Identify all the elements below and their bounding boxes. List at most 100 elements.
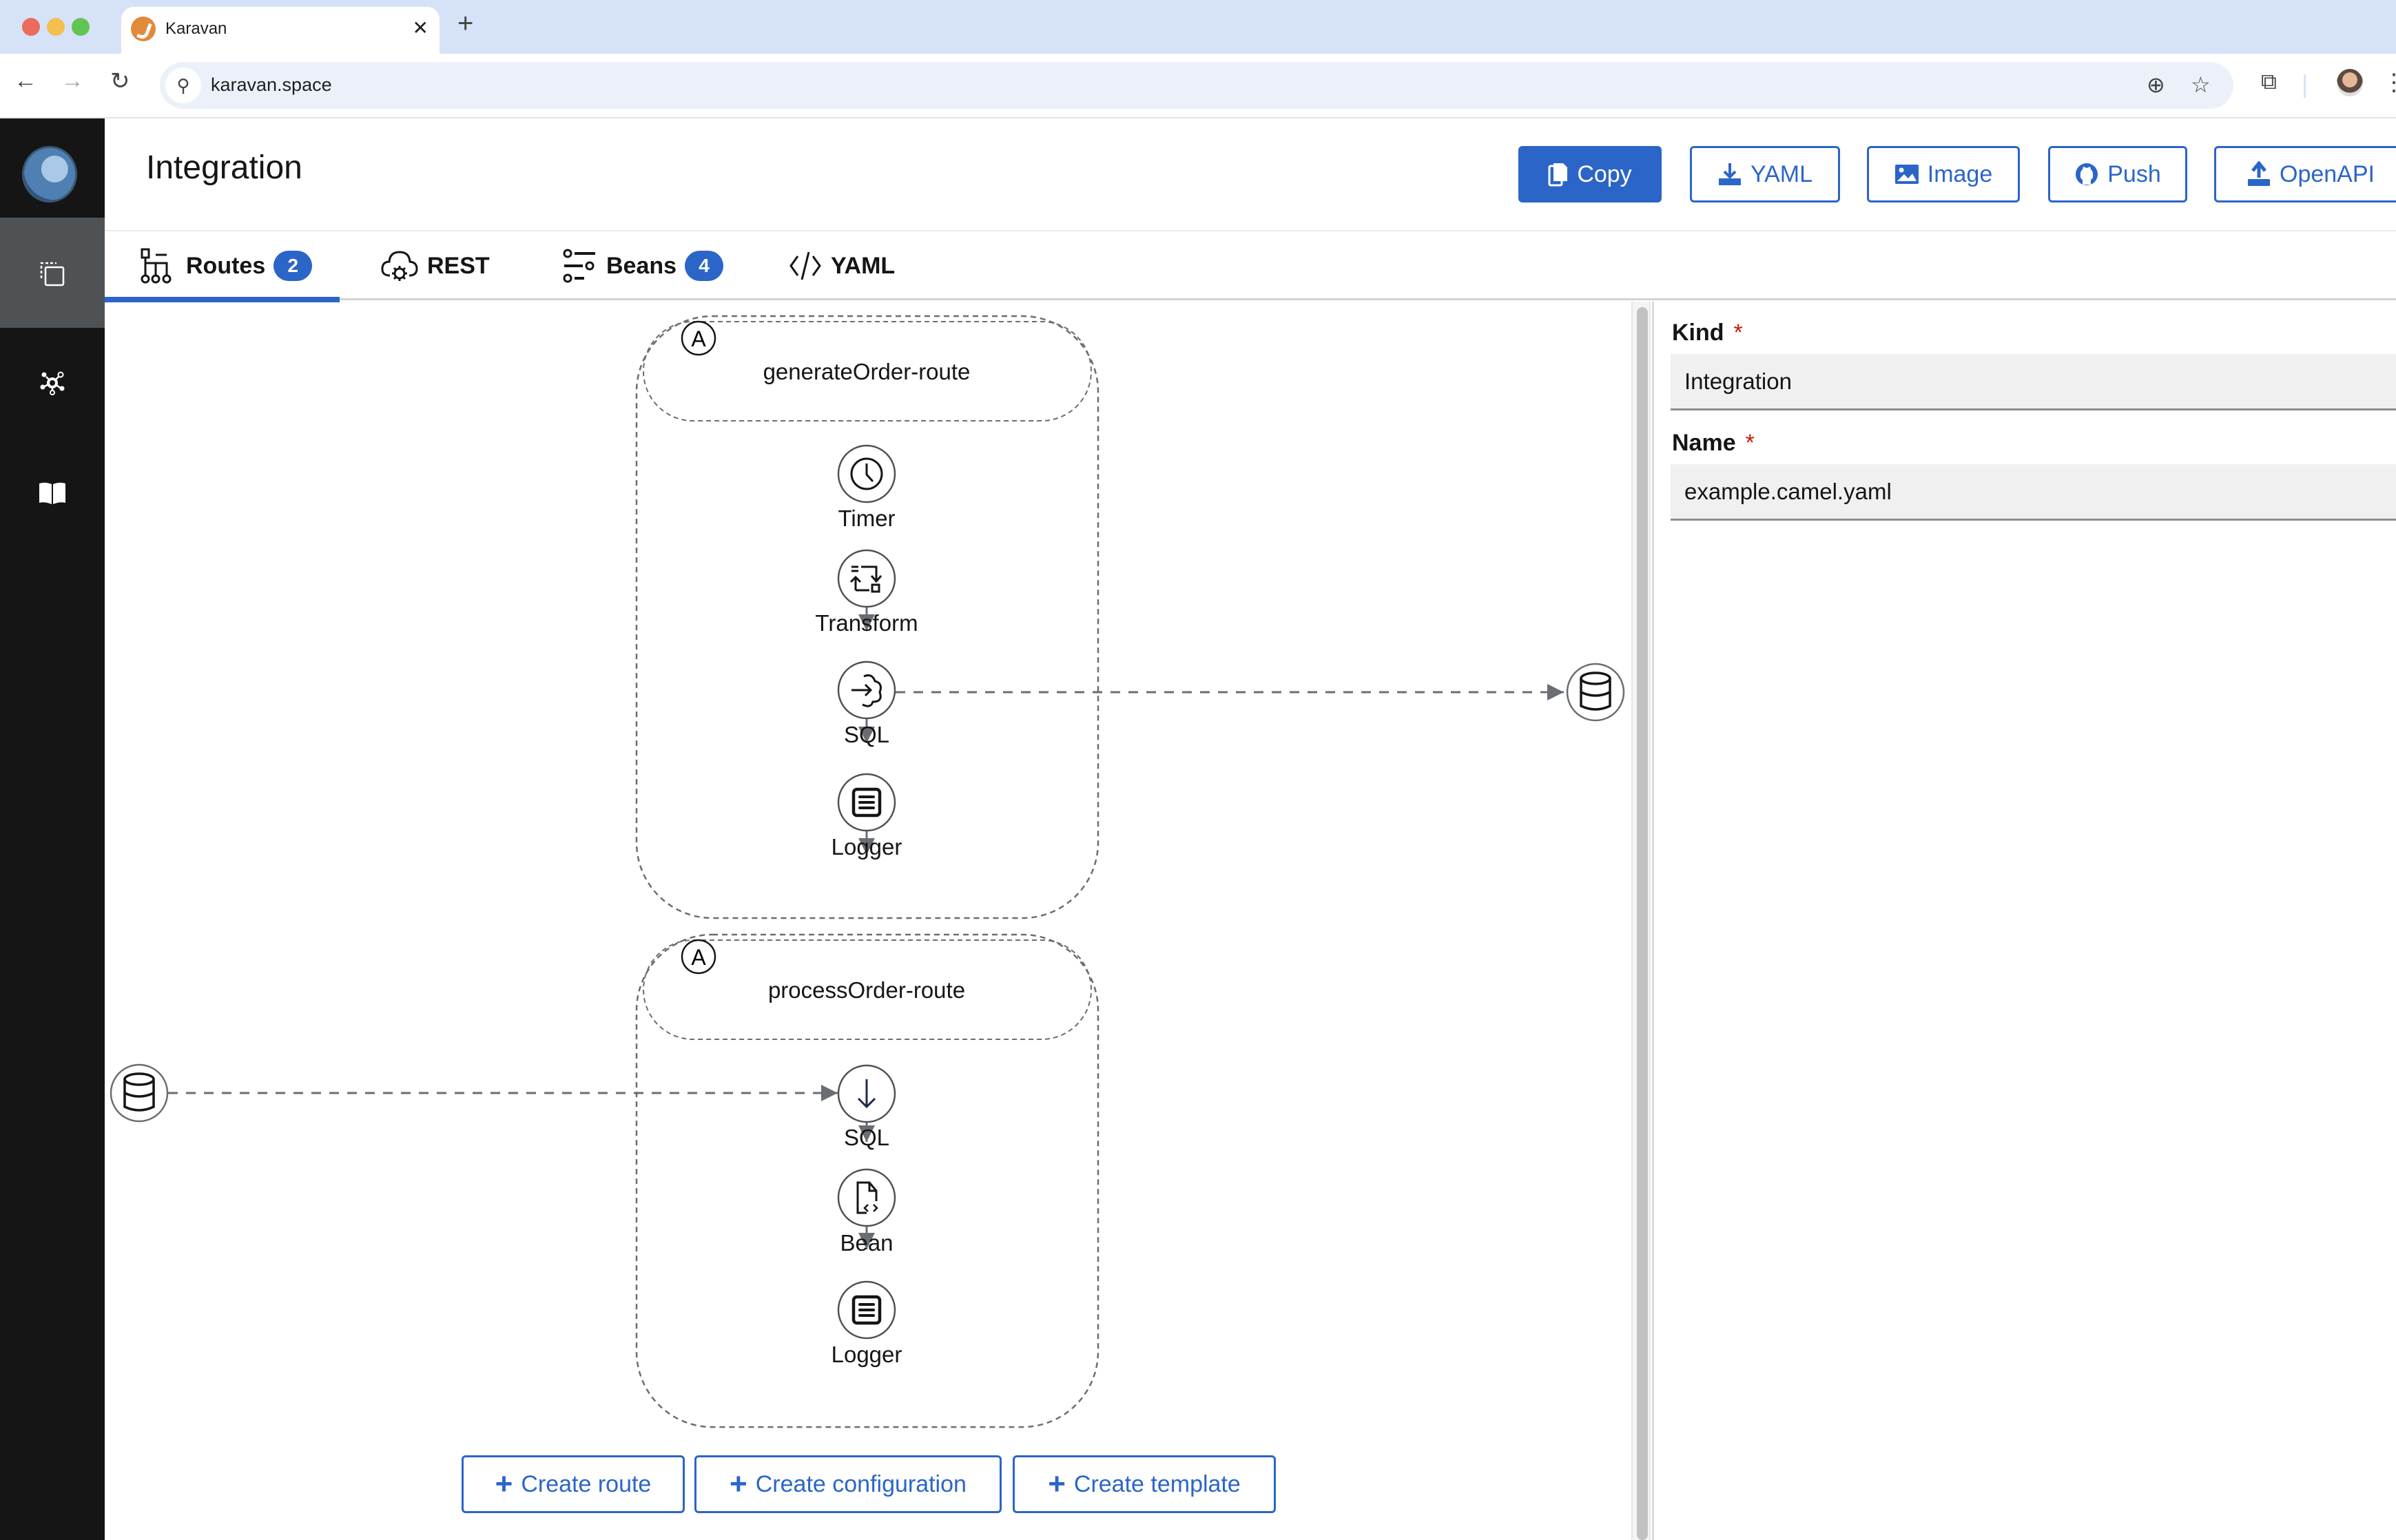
profile-avatar[interactable] — [2337, 69, 2363, 96]
name-label-text: Name — [1672, 430, 1736, 456]
tab-yaml[interactable]: YAML — [788, 231, 895, 300]
plus-icon: + — [730, 1467, 747, 1501]
forward-arrow-icon[interactable]: → — [61, 67, 84, 94]
canvas-scrollbar[interactable] — [1631, 302, 1651, 1540]
tab-beans[interactable]: Beans 4 — [562, 231, 724, 300]
browser-tab-title: Karavan — [165, 19, 227, 38]
image-button[interactable]: Image — [1867, 146, 2020, 202]
zoom-icon[interactable]: ⊕ — [2147, 72, 2165, 98]
plus-icon: + — [1048, 1467, 1066, 1501]
tab-routes-label: Routes — [186, 252, 266, 279]
extensions-icon[interactable]: ⧉ — [2261, 69, 2277, 95]
step-node-sql-consumer[interactable] — [837, 1064, 896, 1123]
beans-count-badge: 4 — [685, 251, 724, 281]
create-route-button[interactable]: + Create route — [462, 1455, 685, 1513]
tab-rest-label: REST — [427, 252, 490, 279]
image-button-label: Image — [1927, 160, 1993, 187]
external-database-node[interactable] — [1566, 663, 1625, 722]
download-icon — [1718, 163, 1741, 185]
create-configuration-label: Create configuration — [755, 1470, 967, 1497]
copy-dashed-icon — [40, 262, 65, 287]
reload-icon[interactable]: ↻ — [110, 67, 130, 95]
address-bar[interactable]: ⚲ karavan.space ⊕ ☆ — [160, 62, 2233, 109]
autostart-badge-text: A — [691, 945, 706, 970]
scrollbar-thumb[interactable] — [1637, 307, 1648, 1540]
step-node-bean[interactable] — [837, 1168, 896, 1227]
kind-label: Kind * — [1672, 320, 1743, 346]
step-label: Timer — [838, 506, 896, 531]
site-info-icon[interactable]: ⚲ — [165, 67, 201, 103]
beans-icon — [563, 249, 595, 283]
karavan-favicon-icon — [131, 17, 156, 41]
book-icon — [39, 482, 65, 504]
name-field[interactable] — [1671, 464, 2396, 521]
routes-icon — [141, 248, 172, 284]
back-arrow-icon[interactable]: ← — [14, 67, 37, 94]
kind-field[interactable] — [1671, 354, 2396, 410]
step-label: Logger — [831, 834, 902, 860]
sidebar-item-docs[interactable] — [0, 438, 105, 548]
github-icon — [2076, 163, 2098, 185]
create-configuration-button[interactable]: + Create configuration — [694, 1455, 1002, 1513]
external-database-node[interactable] — [110, 1063, 169, 1123]
window-maximize-button[interactable] — [72, 18, 90, 36]
step-label: Logger — [831, 1342, 902, 1367]
routes-count-badge: 2 — [273, 251, 313, 281]
route-name[interactable]: generateOrder-route — [763, 359, 971, 385]
openapi-button[interactable]: OpenAPI — [2214, 146, 2396, 202]
download-yaml-button-label: YAML — [1750, 160, 1813, 187]
tab-routes[interactable]: Routes 2 — [104, 231, 340, 302]
step-label: SQL — [843, 1125, 890, 1150]
network-icon — [40, 371, 65, 395]
tab-beans-label: Beans — [606, 252, 677, 279]
tab-yaml-label: YAML — [831, 252, 896, 279]
route-name[interactable]: processOrder-route — [768, 977, 965, 1003]
properties-panel: Kind * Name * — [1654, 302, 2396, 1540]
toolbar-separator — [2304, 74, 2306, 98]
create-template-label: Create template — [1073, 1470, 1241, 1497]
route-designer-canvas[interactable]: A A generateOrder-route Timer Transform … — [105, 302, 1631, 1540]
window-minimize-button[interactable] — [47, 18, 65, 36]
step-label: SQL — [843, 722, 890, 747]
menu-icon[interactable]: ⋮ — [2382, 69, 2396, 96]
step-node-logger[interactable] — [837, 1280, 896, 1340]
karavan-logo[interactable] — [22, 146, 77, 202]
step-node-logger[interactable] — [837, 773, 896, 832]
tab-rest[interactable]: REST — [380, 231, 490, 300]
required-marker: * — [1733, 320, 1743, 346]
new-tab-button[interactable]: + — [457, 8, 473, 39]
copy-icon — [1548, 163, 1568, 187]
create-route-label: Create route — [521, 1470, 652, 1497]
step-label: Transform — [815, 610, 918, 636]
bookmark-star-icon[interactable]: ☆ — [2191, 72, 2211, 98]
sidebar-item-integrations[interactable] — [0, 218, 105, 328]
browser-tab[interactable]: Karavan ✕ — [121, 7, 440, 54]
tab-bar: Routes 2 REST Beans 4 YAML — [104, 231, 2396, 302]
step-node-timer[interactable] — [837, 444, 896, 503]
image-icon — [1894, 165, 1919, 184]
upload-icon — [2248, 161, 2270, 186]
cloud-gear-icon — [381, 251, 418, 281]
step-node-sql[interactable] — [837, 660, 896, 720]
step-node-transform[interactable] — [837, 549, 896, 608]
name-label: Name * — [1672, 430, 1755, 457]
push-button[interactable]: Push — [2048, 146, 2187, 202]
download-yaml-button[interactable]: YAML — [1690, 146, 1840, 202]
step-label: Bean — [840, 1230, 894, 1256]
page-title: Integration — [146, 149, 302, 186]
url-text[interactable]: karavan.space — [211, 74, 332, 96]
browser-tabstrip: Karavan ✕ + — [0, 0, 2396, 54]
copy-button-label: Copy — [1577, 160, 1632, 187]
autostart-badge-text: A — [691, 326, 706, 351]
window-close-button[interactable] — [22, 18, 40, 36]
openapi-button-label: OpenAPI — [2280, 160, 2375, 187]
browser-toolbar: ← → ↻ ⚲ karavan.space ⊕ ☆ ⧉ ⋮ — [0, 54, 2396, 118]
sidebar — [0, 118, 105, 1540]
kind-label-text: Kind — [1672, 320, 1724, 346]
sidebar-item-topology[interactable] — [0, 328, 105, 438]
copy-button[interactable]: Copy — [1518, 146, 1662, 202]
push-button-label: Push — [2107, 160, 2161, 187]
required-marker: * — [1745, 430, 1755, 456]
create-template-button[interactable]: + Create template — [1013, 1455, 1276, 1513]
close-tab-icon[interactable]: ✕ — [413, 17, 428, 39]
